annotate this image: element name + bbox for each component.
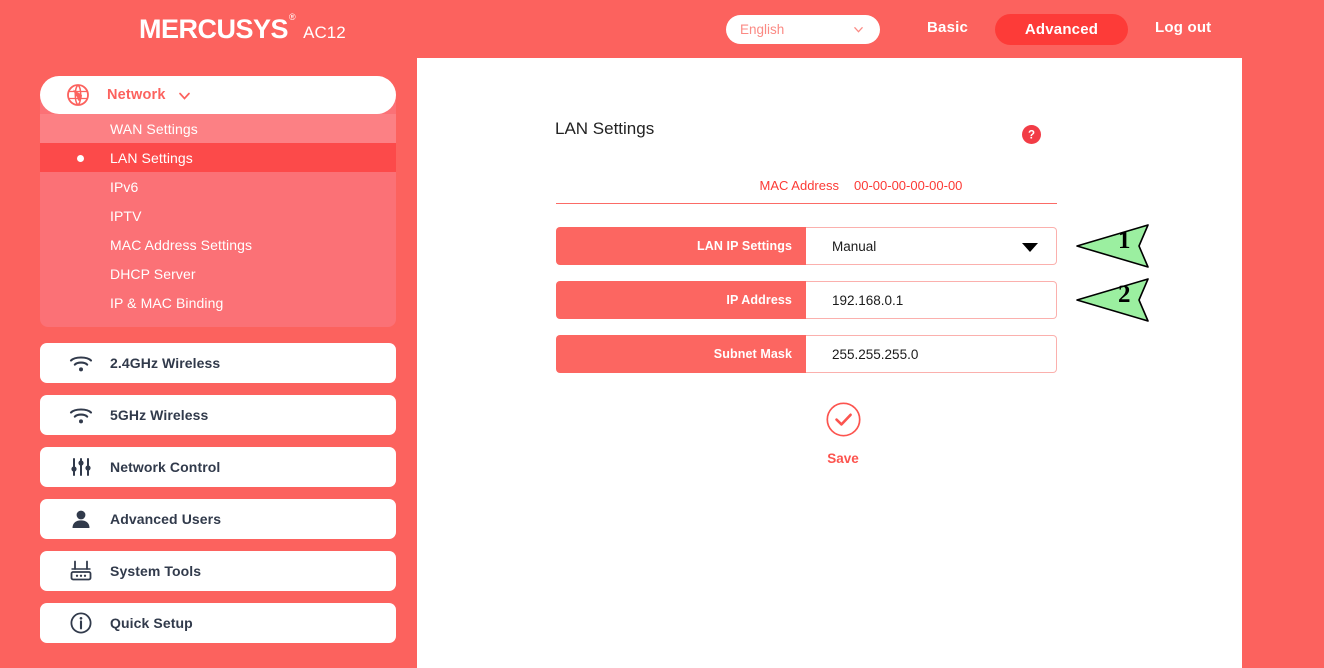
sidebar-item-label: IPv6 [110,179,138,195]
sidebar-item-system-tools[interactable]: System Tools [40,551,396,591]
sidebar-item-quick-setup[interactable]: Quick Setup [40,603,396,643]
annotation-number: 2 [1118,282,1131,307]
lan-ip-settings-select[interactable]: Manual [806,227,1057,265]
registered-mark: ® [289,12,295,22]
brand-logo-text: MERCUSYS [139,14,288,44]
mac-address-row: MAC Address 00-00-00-00-00-00 [556,178,1057,204]
nav-basic-tab[interactable]: Basic [927,19,968,36]
form-row-subnet-mask: Subnet Mask 255.255.255.0 [556,335,1057,373]
question-mark-circle-icon[interactable]: ? [1022,125,1041,144]
chevron-down-icon [853,24,864,35]
language-selector[interactable]: English [726,15,880,44]
save-button[interactable]: Save [808,402,878,466]
sidebar-item-label: 2.4GHz Wireless [110,355,220,371]
sidebar-item-label: System Tools [110,563,201,579]
brand-logo-group: MERCUSYS® AC12 [139,16,346,43]
sidebar-item-5ghz-wireless[interactable]: 5GHz Wireless [40,395,396,435]
sidebar-group-network-label: Network [107,87,166,103]
sidebar-item-label: IP & MAC Binding [110,295,223,311]
page-title: LAN Settings [555,119,654,139]
user-icon [68,506,94,532]
brand-logo: MERCUSYS® [139,16,294,43]
sidebar-item-label: WAN Settings [110,121,198,137]
sidebar-item-24ghz-wireless[interactable]: 2.4GHz Wireless [40,343,396,383]
lan-ip-settings-value: Manual [832,239,876,254]
language-selector-label: English [740,22,784,37]
wifi-icon [68,402,94,428]
globe-icon [66,83,90,107]
ip-address-label: IP Address [556,281,806,319]
sidebar-item-label: 5GHz Wireless [110,407,208,423]
sidebar-item-iptv[interactable]: IPTV [40,201,396,230]
annotation-arrow-1: 1 [1076,223,1152,269]
info-circle-icon [68,610,94,636]
sidebar-group-network[interactable]: Network [40,76,396,114]
main-content-panel: LAN Settings ? MAC Address 00-00-00-00-0… [417,72,1242,668]
wifi-icon [68,350,94,376]
sidebar-item-network-control[interactable]: Network Control [40,447,396,487]
check-circle-icon [826,402,861,437]
sliders-icon [68,454,94,480]
sidebar-item-ip-mac-binding[interactable]: IP & MAC Binding [40,288,396,317]
router-icon [68,558,94,584]
svg-text:?: ? [1028,130,1035,142]
sidebar-item-wan-settings[interactable]: WAN Settings [40,114,396,143]
subnet-mask-label: Subnet Mask [556,335,806,373]
active-bullet-icon [77,155,84,162]
subnet-mask-value: 255.255.255.0 [832,347,918,362]
sidebar-item-mac-address-settings[interactable]: MAC Address Settings [40,230,396,259]
mac-address-label: MAC Address [707,178,839,193]
sidebar-menu: Network WAN Settings LAN Settings IPv6 I… [40,76,396,643]
save-button-label: Save [808,451,878,466]
top-header-bar: MERCUSYS® AC12 English Basic Advanced Lo… [0,0,1324,58]
lan-ip-settings-label: LAN IP Settings [556,227,806,265]
mac-address-value: 00-00-00-00-00-00 [854,178,962,193]
sidebar-item-lan-settings[interactable]: LAN Settings [40,143,396,172]
device-model-label: AC12 [303,23,346,43]
left-arrow-annotation [1076,223,1152,269]
sidebar-item-label: Quick Setup [110,615,193,631]
sidebar-item-advanced-users[interactable]: Advanced Users [40,499,396,539]
sidebar-item-label: IPTV [110,208,142,224]
annotation-number: 1 [1118,228,1131,253]
sidebar-item-ipv6[interactable]: IPv6 [40,172,396,201]
sidebar-item-label: MAC Address Settings [110,237,252,253]
subnet-mask-input[interactable]: 255.255.255.0 [806,335,1057,373]
right-edge-background [1242,58,1324,668]
sidebar-item-label: LAN Settings [110,150,193,166]
ip-address-input[interactable]: 192.168.0.1 [806,281,1057,319]
chevron-down-icon [178,89,191,102]
sidebar-submenu-network: WAN Settings LAN Settings IPv6 IPTV MAC … [40,95,396,327]
lan-settings-form: LAN IP Settings Manual IP Address 192.16… [556,227,1057,389]
left-arrow-annotation [1076,277,1152,323]
nav-advanced-tab[interactable]: Advanced [995,14,1128,45]
sidebar-item-label: Network Control [110,459,220,475]
sidebar-item-label: DHCP Server [110,266,196,282]
form-row-ip-address: IP Address 192.168.0.1 [556,281,1057,319]
caret-down-icon [1022,243,1038,252]
nav-logout-button[interactable]: Log out [1155,19,1211,36]
sidebar-item-label: Advanced Users [110,511,221,527]
form-row-lan-ip-settings: LAN IP Settings Manual [556,227,1057,265]
annotation-arrow-2: 2 [1076,277,1152,323]
ip-address-value: 192.168.0.1 [832,293,903,308]
sidebar-item-dhcp-server[interactable]: DHCP Server [40,259,396,288]
